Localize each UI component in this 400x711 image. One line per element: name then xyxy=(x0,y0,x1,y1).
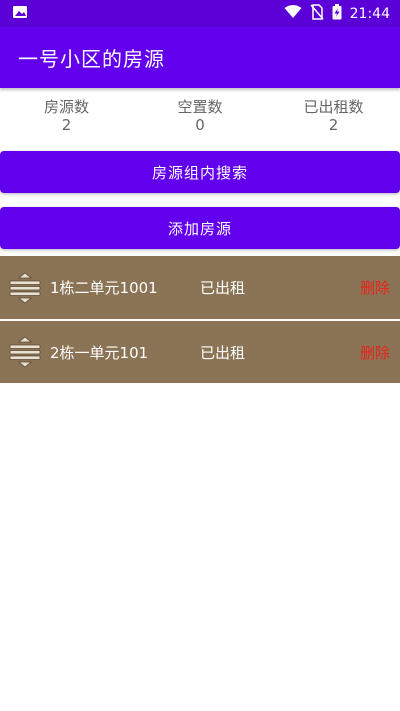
drag-handle-icon[interactable] xyxy=(8,335,42,369)
status-bar: 21:44 xyxy=(0,0,400,27)
list-item[interactable]: 1栋二单元1001 已出租 删除 xyxy=(0,256,400,319)
wifi-icon xyxy=(284,4,302,23)
stat-total: 房源数 2 xyxy=(0,98,133,148)
listing-status: 已出租 xyxy=(200,343,246,362)
delete-button[interactable]: 删除 xyxy=(360,277,390,298)
app-bar: 一号小区的房源 xyxy=(0,27,400,88)
listing-list: 1栋二单元1001 已出租 删除 2栋一单元101 已出租 删除 xyxy=(0,256,400,383)
delete-button[interactable]: 删除 xyxy=(360,342,390,363)
add-listing-button[interactable]: 添加房源 xyxy=(0,207,400,249)
stat-vacant-value: 0 xyxy=(195,116,205,134)
stat-rented-value: 2 xyxy=(328,116,339,134)
listing-name: 1栋二单元1001 xyxy=(50,279,158,297)
search-in-group-button[interactable]: 房源组内搜索 xyxy=(0,151,400,193)
stat-rented: 已出租数 2 xyxy=(267,98,400,148)
status-time: 21:44 xyxy=(349,5,390,22)
stat-total-label: 房源数 xyxy=(43,98,89,116)
no-sim-icon xyxy=(310,3,324,24)
page-title: 一号小区的房源 xyxy=(18,47,165,71)
stat-total-value: 2 xyxy=(61,116,72,134)
stats-summary: 房源数 2 空置数 0 已出租数 2 xyxy=(0,88,400,148)
list-item[interactable]: 2栋一单元101 已出租 删除 xyxy=(0,320,400,383)
battery-charging-icon xyxy=(332,3,342,24)
listing-name: 2栋一单元101 xyxy=(50,343,149,362)
listing-status: 已出租 xyxy=(200,279,246,297)
image-icon xyxy=(12,4,28,24)
stat-vacant: 空置数 0 xyxy=(134,98,267,148)
stat-rented-label: 已出租数 xyxy=(303,98,364,116)
stat-vacant-label: 空置数 xyxy=(177,98,223,116)
drag-handle-icon[interactable] xyxy=(8,271,42,305)
